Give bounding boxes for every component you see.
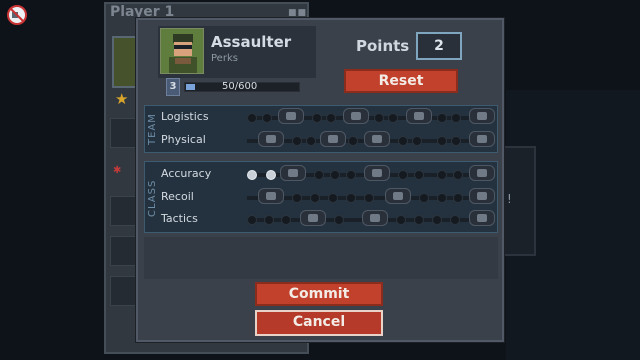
perk-node[interactable] [450, 215, 460, 225]
perk-node[interactable] [306, 136, 316, 146]
perk-slot[interactable] [258, 131, 284, 147]
perk-slot[interactable] [469, 131, 495, 147]
perk-row-label-physical: Physical [161, 133, 206, 146]
perk-slot[interactable] [406, 108, 432, 124]
perk-slot[interactable] [343, 108, 369, 124]
perk-slot[interactable] [469, 108, 495, 124]
no-audio-icon[interactable] [6, 4, 28, 26]
perk-node[interactable] [292, 193, 302, 203]
perk-node[interactable] [346, 170, 356, 180]
background-avatar [112, 36, 138, 88]
team-group-label: TEAM [147, 113, 158, 145]
perk-node[interactable] [262, 113, 272, 123]
alert-icon: ✱ [113, 165, 122, 176]
rank-badge: 3 [166, 78, 180, 96]
perk-slot[interactable] [385, 188, 411, 204]
background-slot [110, 276, 136, 306]
perk-node[interactable] [247, 113, 257, 123]
perk-node[interactable] [326, 113, 336, 123]
perk-node[interactable] [328, 193, 338, 203]
perk-node[interactable] [451, 113, 461, 123]
perk-node[interactable] [432, 215, 442, 225]
perk-node[interactable] [292, 136, 302, 146]
perk-node[interactable] [314, 170, 324, 180]
perk-row-label-logistics: Logistics [161, 110, 209, 123]
commit-button[interactable]: Commit [255, 282, 383, 306]
perk-node[interactable] [398, 136, 408, 146]
perk-row-label-tactics: Tactics [161, 212, 198, 225]
background-slot [110, 196, 136, 226]
character-portrait [160, 28, 204, 74]
perk-row-label-accuracy: Accuracy [161, 167, 212, 180]
background-side-text: ! [507, 192, 512, 206]
perk-node[interactable] [453, 170, 463, 180]
background-slot [110, 118, 136, 148]
perk-node[interactable] [414, 215, 424, 225]
perk-row-label-recoil: Recoil [161, 190, 194, 203]
perk-slot[interactable] [258, 188, 284, 204]
soldier-icon [161, 29, 203, 73]
star-icon: ★ [115, 90, 129, 108]
perk-node[interactable] [348, 136, 358, 146]
perk-node[interactable] [437, 170, 447, 180]
character-name: Assaulter [211, 33, 292, 51]
perk-node[interactable] [388, 113, 398, 123]
perk-node[interactable] [419, 193, 429, 203]
perk-node[interactable] [374, 113, 384, 123]
points-value: 2 [416, 32, 462, 60]
perk-slot[interactable] [364, 165, 390, 181]
perk-slot[interactable] [362, 210, 388, 226]
background-side-panel [500, 146, 536, 256]
perk-node[interactable] [451, 136, 461, 146]
reset-button[interactable]: Reset [344, 69, 458, 93]
perk-slot[interactable] [280, 165, 306, 181]
perk-node[interactable] [412, 136, 422, 146]
character-subtitle: Perks [211, 53, 238, 64]
class-group-label: CLASS [147, 179, 158, 217]
xp-text: 50/600 [222, 81, 258, 92]
perk-node[interactable] [398, 170, 408, 180]
background-panel-pips: ■■ [288, 8, 308, 18]
perk-node[interactable] [310, 193, 320, 203]
perk-slot[interactable] [300, 210, 326, 226]
perk-slot[interactable] [469, 210, 495, 226]
perk-node[interactable] [346, 193, 356, 203]
perk-slot[interactable] [320, 131, 346, 147]
points-label: Points [356, 37, 410, 55]
perk-slot[interactable] [469, 165, 495, 181]
perk-node[interactable] [334, 215, 344, 225]
perk-node[interactable] [437, 113, 447, 123]
perk-node[interactable] [264, 215, 274, 225]
perk-node[interactable] [330, 170, 340, 180]
perk-node[interactable] [414, 170, 424, 180]
perk-node[interactable] [312, 113, 322, 123]
perk-node[interactable] [247, 215, 257, 225]
xp-bar-fill [186, 84, 195, 90]
perk-node-unlocked[interactable] [266, 170, 276, 180]
perk-node-unlocked[interactable] [247, 170, 257, 180]
perk-node[interactable] [437, 136, 447, 146]
perk-slot[interactable] [278, 108, 304, 124]
perk-node[interactable] [453, 193, 463, 203]
background-slot [110, 236, 136, 266]
perk-slot[interactable] [469, 188, 495, 204]
cancel-button[interactable]: Cancel [255, 310, 383, 336]
perk-slot[interactable] [364, 131, 390, 147]
perk-node[interactable] [364, 193, 374, 203]
perk-node[interactable] [281, 215, 291, 225]
empty-perk-area [144, 237, 498, 279]
perk-node[interactable] [437, 193, 447, 203]
perk-node[interactable] [396, 215, 406, 225]
